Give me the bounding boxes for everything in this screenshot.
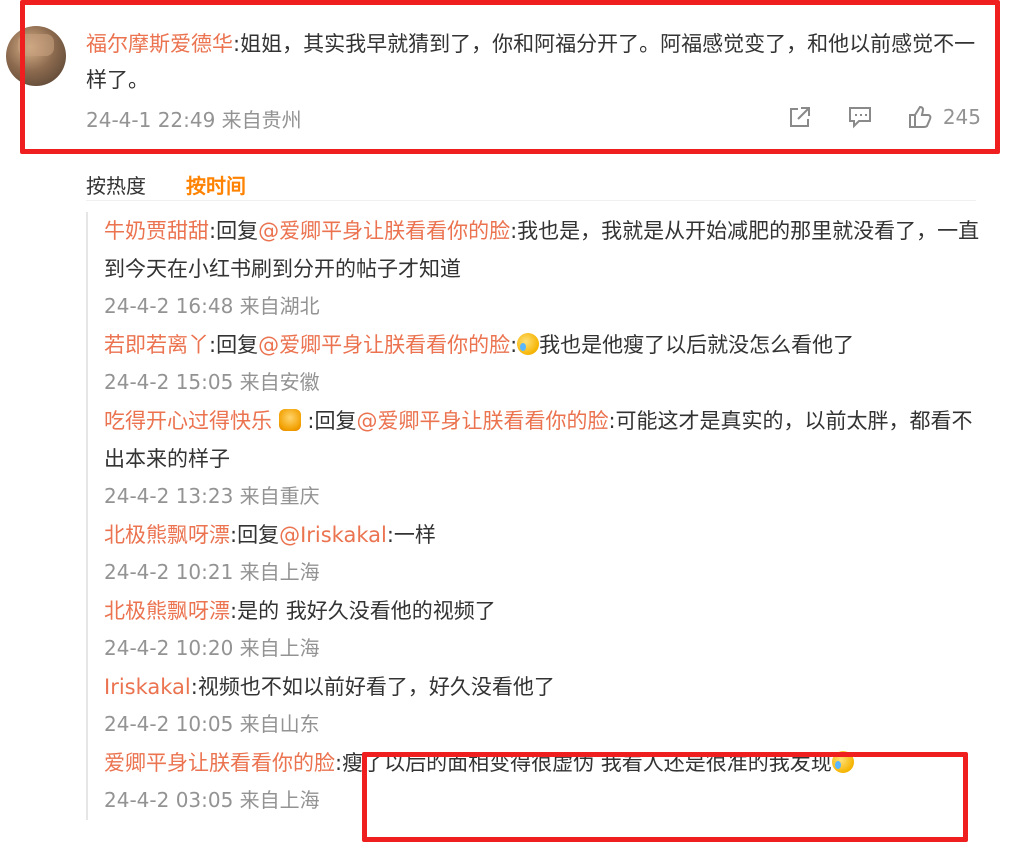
- thumbs-up-icon: [907, 104, 933, 130]
- crying-laughing-emoji-icon: [517, 333, 540, 355]
- crown-badge-icon: [278, 409, 301, 431]
- share-button[interactable]: [787, 104, 813, 130]
- reply-meta: 24-4-2 10:05 来自山东: [104, 712, 320, 736]
- reply-meta: 24-4-2 10:20 来自上海: [104, 636, 320, 660]
- reply-prefix: :回复: [307, 409, 357, 433]
- like-button[interactable]: 245: [907, 104, 981, 130]
- reply-mention[interactable]: @爱卿平身让朕看看你的脸: [356, 409, 608, 433]
- reply-username[interactable]: 北极熊飘呀漂: [104, 523, 230, 547]
- reply-meta: 24-4-2 13:23 来自重庆: [104, 484, 320, 508]
- reply-meta: 24-4-2 15:05 来自安徽: [104, 370, 320, 394]
- reply-username[interactable]: 爱卿平身让朕看看你的脸: [104, 751, 335, 775]
- reply-item: 爱卿平身让朕看看你的脸:瘦了以后的面相变得很虚伪 我看人还是很准的我发现 24-…: [88, 744, 988, 818]
- reply-text: 我也是他瘦了以后就没怎么看他了: [539, 333, 855, 357]
- reply-meta: 24-4-2 10:21 来自上海: [104, 560, 320, 584]
- top-comment-username[interactable]: 福尔摩斯爱德华: [86, 32, 233, 56]
- reply-text: :一样: [386, 523, 436, 547]
- replies-list: 牛奶贾甜甜:回复@爱卿平身让朕看看你的脸:我也是，我就是从开始减肥的那里就没看了…: [86, 212, 988, 820]
- reply-text: :是的 我好久没看他的视频了: [230, 599, 496, 623]
- reply-item: 若即若离丫:回复@爱卿平身让朕看看你的脸: 我也是他瘦了以后就没怎么看他了 24-…: [88, 326, 988, 400]
- reply-item: Iriskakal:视频也不如以前好看了，好久没看他了 24-4-2 10:05…: [88, 668, 988, 742]
- sort-bar: 按热度 按时间: [86, 166, 976, 201]
- sort-by-time-tab[interactable]: 按时间: [186, 170, 246, 199]
- reply-username[interactable]: 牛奶贾甜甜: [104, 219, 209, 243]
- comment-actions: 245: [787, 104, 981, 130]
- reply-item: 北极熊飘呀漂:是的 我好久没看他的视频了 24-4-2 10:20 来自上海: [88, 592, 988, 666]
- comment-thread: 福尔摩斯爱德华:姐姐，其实我早就猜到了，你和阿福分开了。阿福感觉变了，和他以前感…: [0, 0, 1015, 853]
- reply-username[interactable]: 吃得开心过得快乐: [104, 409, 272, 433]
- reply-meta: 24-4-2 16:48 来自湖北: [104, 294, 320, 318]
- comment-button[interactable]: [847, 104, 873, 130]
- top-comment-text: 福尔摩斯爱德华:姐姐，其实我早就猜到了，你和阿福分开了。阿福感觉变了，和他以前感…: [86, 26, 986, 98]
- reply-item: 吃得开心过得快乐 :回复@爱卿平身让朕看看你的脸:可能这才是真实的，以前太胖，都…: [88, 402, 988, 514]
- reply-prefix: :回复: [209, 219, 259, 243]
- reply-meta: 24-4-2 03:05 来自上海: [104, 788, 320, 812]
- reply-prefix: :回复: [209, 333, 259, 357]
- reply-text: :瘦了以后的面相变得很虚伪 我看人还是很准的我发现: [335, 751, 832, 775]
- top-comment-meta: 24-4-1 22:49 来自贵州: [86, 108, 302, 132]
- reply-text: :视频也不如以前好看了，好久没看他了: [190, 675, 555, 699]
- sort-by-hot-tab[interactable]: 按热度: [86, 170, 146, 199]
- reply-item: 北极熊飘呀漂:回复@Iriskakal:一样 24-4-2 10:21 来自上海: [88, 516, 988, 590]
- reply-mention[interactable]: @Iriskakal: [279, 523, 387, 547]
- crying-laughing-emoji-icon: [831, 751, 854, 773]
- avatar[interactable]: [6, 26, 66, 86]
- reply-mention[interactable]: @爱卿平身让朕看看你的脸: [258, 333, 510, 357]
- reply-username[interactable]: 若即若离丫: [104, 333, 209, 357]
- reply-username[interactable]: Iriskakal: [104, 675, 191, 699]
- share-icon: [787, 104, 813, 130]
- like-count: 245: [942, 105, 981, 129]
- comment-icon: [847, 104, 873, 130]
- reply-mention[interactable]: @爱卿平身让朕看看你的脸: [258, 219, 510, 243]
- reply-item: 牛奶贾甜甜:回复@爱卿平身让朕看看你的脸:我也是，我就是从开始减肥的那里就没看了…: [88, 212, 988, 324]
- reply-username[interactable]: 北极熊飘呀漂: [104, 599, 230, 623]
- reply-prefix: :回复: [230, 523, 280, 547]
